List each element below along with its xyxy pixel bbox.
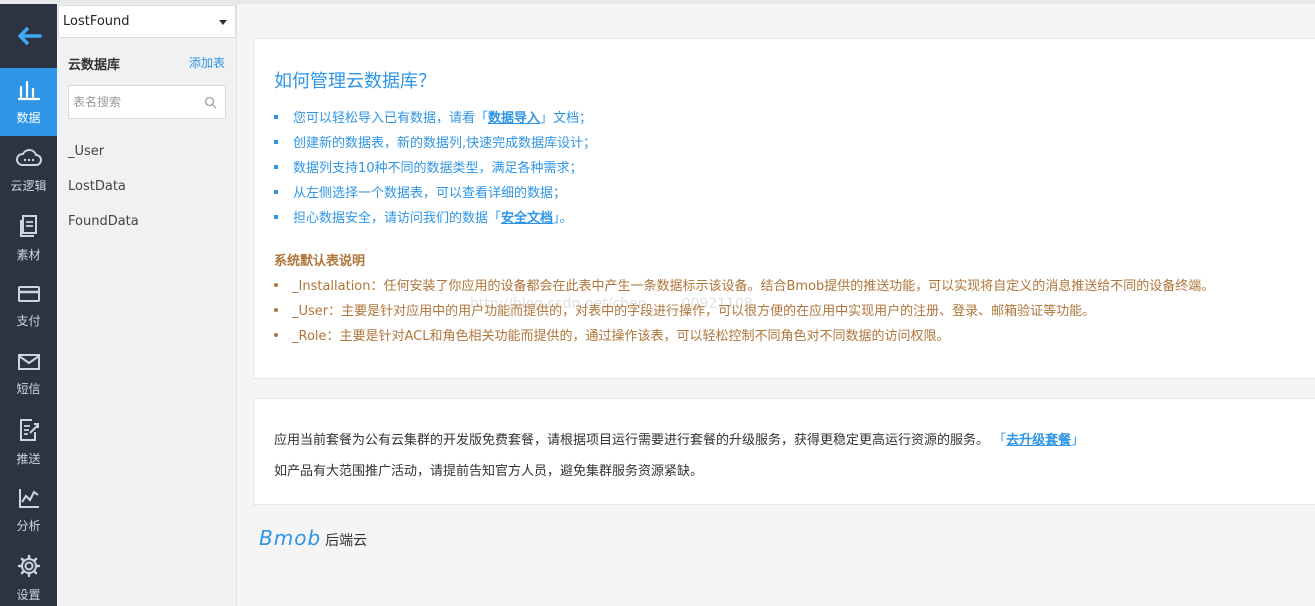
bullet-icon	[274, 139, 278, 144]
app-select[interactable]: LostFound	[58, 5, 236, 38]
tips-list: 您可以轻松导入已有数据，请看「 数据导入 」文档； 创建新的数据表，新的数据列,快速…	[274, 104, 596, 229]
card-icon	[17, 284, 41, 312]
tip-text: 数据列支持10种不同的数据类型，满足各种需求；	[293, 161, 583, 176]
add-table-link[interactable]: 添加表	[189, 54, 225, 71]
tip-text: 从左侧选择一个数据表，可以查看详细的数据；	[293, 186, 567, 201]
nav-item[interactable]: 数据	[0, 68, 57, 136]
analytics-icon	[17, 487, 41, 517]
search-icon[interactable]	[204, 96, 217, 109]
nav-item[interactable]: 推送	[0, 408, 57, 476]
table-list: _User LostData FoundData	[68, 144, 139, 249]
plan-card: 应用当前套餐为公有云集群的开发版免费套餐，请根据项目运行需要进行套餐的升级服务，…	[253, 398, 1315, 505]
bullet-icon	[274, 214, 278, 219]
gear-icon	[17, 554, 41, 586]
tip-text: 」。	[553, 211, 573, 226]
nav-item-label: 云逻辑	[10, 178, 47, 193]
data-import-link[interactable]: 数据导入	[488, 107, 540, 126]
document-icon	[18, 214, 40, 246]
plan-notice: 应用当前套餐为公有云集群的开发版免费套餐，请根据项目运行需要进行套餐的升级服务，…	[274, 429, 1084, 448]
table-search-input[interactable]	[69, 86, 199, 118]
caret-down-icon	[219, 20, 227, 25]
help-card: 如何管理云数据库？ 您可以轻松导入已有数据，请看「 数据导入 」文档； 创建新的数据…	[253, 38, 1315, 379]
security-doc-link[interactable]: 安全文档	[501, 207, 553, 226]
brand-footer: Bmob 后端云	[259, 526, 367, 550]
watermark: http://blog.csdn.net/chen_____00921108	[470, 296, 753, 312]
tip-item: 您可以轻松导入已有数据，请看「 数据导入 」文档；	[274, 104, 596, 129]
nav-item-label: 素材	[16, 247, 41, 262]
tip-text: 」文档；	[540, 111, 593, 126]
nav-item-label: 数据	[16, 110, 41, 125]
main-nav: 数据云逻辑素材支付短信推送分析设置	[0, 4, 57, 606]
plan-text: 应用当前套餐为公有云集群的开发版免费套餐，请根据项目运行需要进行套餐的升级服务，…	[274, 433, 990, 448]
bullet-icon	[274, 114, 278, 119]
database-sidebar: LostFound 云数据库 添加表 _User LostData FoundD…	[57, 4, 237, 606]
table-item[interactable]: _User	[68, 144, 139, 179]
push-icon	[17, 418, 41, 450]
table-item[interactable]: LostData	[68, 179, 139, 214]
system-table-item: _Installation：任何安装了你应用的设备都会在此表中产生一条数据标示该…	[274, 272, 1214, 297]
app-select-value: LostFound	[63, 14, 130, 29]
tip-text: 您可以轻松导入已有数据，请看「	[293, 111, 489, 126]
nav-item[interactable]: 支付	[0, 272, 57, 340]
nav-item-label: 支付	[16, 313, 41, 328]
table-search	[68, 85, 226, 119]
system-table-text: _Installation：任何安装了你应用的设备都会在此表中产生一条数据标示该…	[292, 279, 1215, 294]
bullet-icon	[274, 189, 278, 194]
bullet-icon	[274, 164, 278, 169]
help-heading: 如何管理云数据库？	[274, 71, 436, 92]
sidebar-title: 云数据库	[68, 58, 121, 73]
nav-item-label: 短信	[16, 381, 41, 396]
back-button[interactable]	[0, 4, 57, 68]
nav-item[interactable]: 分析	[0, 476, 57, 544]
nav-item[interactable]: 云逻辑	[0, 136, 57, 204]
bullet-icon	[274, 332, 278, 337]
bullet-icon	[274, 282, 278, 287]
system-table-item: _Role：主要是针对ACL和角色相关功能而提供的，通过操作该表，可以轻松控制不…	[274, 322, 1214, 347]
upgrade-plan-link[interactable]: 去升级套餐	[1006, 433, 1071, 448]
nav-item[interactable]: 短信	[0, 340, 57, 408]
nav-item-label: 分析	[16, 518, 41, 533]
tip-item: 数据列支持10种不同的数据类型，满足各种需求；	[274, 154, 596, 179]
bar-chart-icon	[17, 79, 41, 109]
bmob-logo: Bmob	[259, 526, 322, 550]
tip-text: 创建新的数据表，新的数据列,快速完成数据库设计；	[293, 136, 597, 151]
tip-text: 担心数据安全，请访问我们的数据「	[293, 211, 502, 226]
envelope-icon	[17, 352, 41, 380]
upgrade-wrap: 「去升级套餐」	[993, 433, 1084, 448]
brand-subtitle: 后端云	[325, 533, 368, 549]
nav-item[interactable]: 设置	[0, 544, 57, 606]
bullet-icon	[274, 307, 278, 312]
bracket-open: 「	[993, 433, 1007, 448]
nav-item-label: 设置	[16, 587, 41, 602]
bracket-close: 」	[1071, 433, 1085, 448]
tip-item: 创建新的数据表，新的数据列,快速完成数据库设计；	[274, 129, 596, 154]
system-tables-title: 系统默认表说明	[274, 254, 366, 269]
system-table-text: _Role：主要是针对ACL和角色相关功能而提供的，通过操作该表，可以轻松控制不…	[292, 329, 950, 344]
tip-item: 从左侧选择一个数据表，可以查看详细的数据；	[274, 179, 596, 204]
nav-item[interactable]: 素材	[0, 204, 57, 272]
back-arrow-icon	[17, 27, 42, 45]
nav-item-label: 推送	[16, 451, 41, 466]
cloud-icon	[15, 147, 43, 177]
table-item[interactable]: FoundData	[68, 214, 139, 249]
promo-notice: 如产品有大范围推广活动，请提前告知官方人员，避免集群服务资源紧缺。	[274, 464, 704, 479]
tip-item: 担心数据安全，请访问我们的数据「 安全文档」。	[274, 204, 596, 229]
